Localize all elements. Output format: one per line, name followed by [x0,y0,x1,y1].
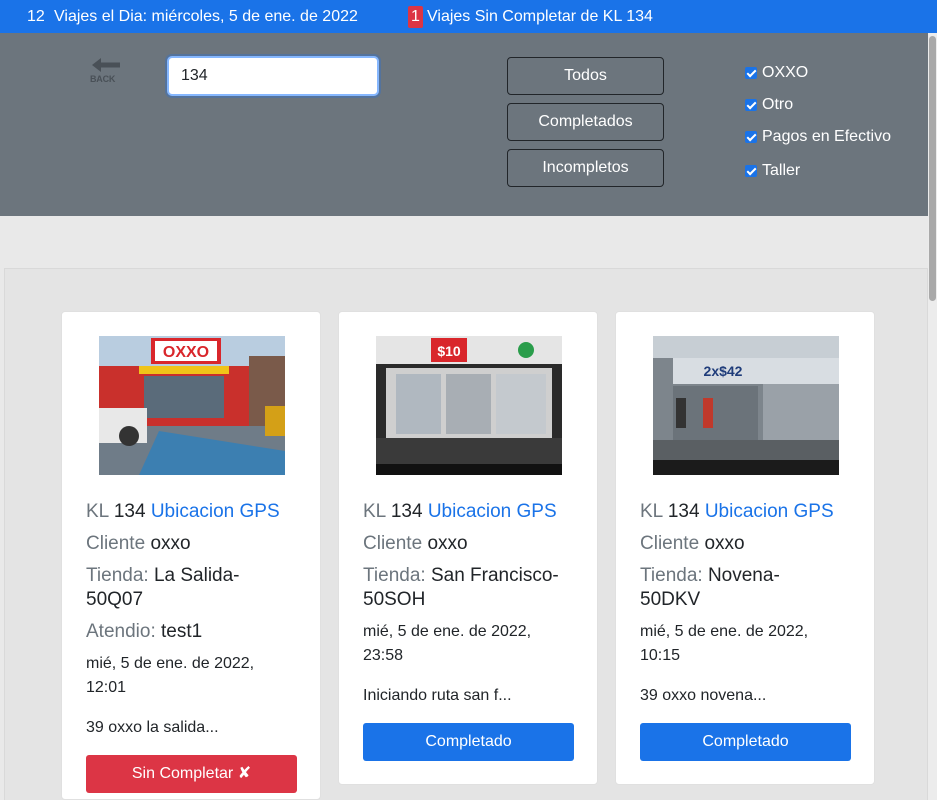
checkbox-taller[interactable]: Taller [745,161,800,181]
unit-number: 134 [667,501,700,522]
store-photo: 2x$42 [653,336,839,475]
unit-prefix: KL [86,501,109,522]
client-value: oxxo [150,533,191,554]
attended-label: Atendio: [86,621,156,642]
store-label: Tienda: [640,565,703,586]
unit-line: KL 134 Ubicacion GPS [640,500,834,524]
search-input[interactable] [167,56,379,96]
unit-line: KL 134 Ubicacion GPS [363,500,557,524]
client-label: Cliente [86,533,146,554]
unit-line: KL 134 Ubicacion GPS [86,500,280,524]
store-photo: OXXO [99,336,285,475]
checkbox-checked-icon[interactable] [745,165,757,177]
trip-card: $10 KL 134 Ubicacion GPS Cliente oxxo Ti… [338,311,598,785]
attended-line: Atendio: test1 [86,620,202,644]
store-line: Tienda: Novena-50DKV [640,564,810,612]
status-incomplete-button[interactable]: Sin Completar ✘ [86,755,297,793]
checkbox-checked-icon[interactable] [745,99,757,111]
store-line: Tienda: San Francisco-50SOH [363,564,578,612]
unit-prefix: KL [363,501,386,522]
client-line: Cliente oxxo [363,532,468,556]
client-label: Cliente [363,533,423,554]
trip-card: 2x$42 KL 134 Ubicacion GPS Cliente oxxo … [615,311,875,785]
client-line: Cliente oxxo [86,532,191,556]
checkbox-cash-payments[interactable]: Pagos en Efectivo [745,127,891,147]
store-label: Tienda: [86,565,149,586]
trip-card: OXXO KL 134 Ubicacion GPS Cliente oxxo T… [61,311,321,800]
trip-date: mié, 5 de ene. de 2022, 10:15 [640,623,809,664]
store-line: Tienda: La Salida-50Q07 [86,564,286,612]
checkbox-checked-icon[interactable] [745,67,757,79]
incomplete-trips-label: Viajes Sin Completar de KL 134 [427,8,653,25]
status-completed-button[interactable]: Completado [363,723,574,761]
gps-link[interactable]: Ubicacion GPS [151,501,280,522]
back-label: BACK [90,74,116,84]
checkbox-label: Otro [762,96,794,113]
checkbox-label: Taller [762,162,801,179]
arrow-left-icon [92,58,120,72]
svg-text:2x$42: 2x$42 [704,363,743,379]
trips-day-label: Viajes el Dia: miércoles, 5 de ene. de 2… [54,8,358,25]
attended-value: test1 [161,621,203,642]
incomplete-count-badge: 1 [408,6,423,28]
trip-date: mié, 5 de ene. de 2022, 12:01 [86,655,255,696]
trips-count: 12 [27,8,45,25]
checkbox-oxxo[interactable]: OXXO [745,63,808,83]
client-value: oxxo [427,533,468,554]
trip-date: mié, 5 de ene. de 2022, 23:58 [363,623,532,664]
status-completed-button[interactable]: Completado [640,723,851,761]
filter-incomplete-button[interactable]: Incompletos [507,149,664,187]
unit-number: 134 [113,501,146,522]
scrollbar-thumb[interactable] [929,36,936,301]
checkbox-otro[interactable]: Otro [745,95,793,115]
store-photo: $10 [376,336,562,475]
store-label: Tienda: [363,565,426,586]
top-summary-bar: 12 Viajes el Dia: miércoles, 5 de ene. d… [0,0,937,33]
client-label: Cliente [640,533,700,554]
trip-note: 39 oxxo novena... [640,687,767,704]
filter-completed-button[interactable]: Completados [507,103,664,141]
gps-link[interactable]: Ubicacion GPS [428,501,557,522]
trip-note: 39 oxxo la salida... [86,719,219,736]
trip-note: Iniciando ruta san f... [363,687,512,704]
checkbox-checked-icon[interactable] [745,131,757,143]
client-value: oxxo [704,533,745,554]
checkbox-label: OXXO [762,64,809,81]
unit-number: 134 [390,501,423,522]
client-line: Cliente oxxo [640,532,745,556]
filter-panel: BACK Todos Completados Incompletos OXXO … [0,33,928,216]
gps-link[interactable]: Ubicacion GPS [705,501,834,522]
checkbox-label: Pagos en Efectivo [762,128,891,145]
filter-all-button[interactable]: Todos [507,57,664,95]
svg-text:OXXO: OXXO [163,344,209,361]
svg-text:$10: $10 [437,343,461,359]
back-button[interactable]: BACK [88,58,124,84]
unit-prefix: KL [640,501,663,522]
